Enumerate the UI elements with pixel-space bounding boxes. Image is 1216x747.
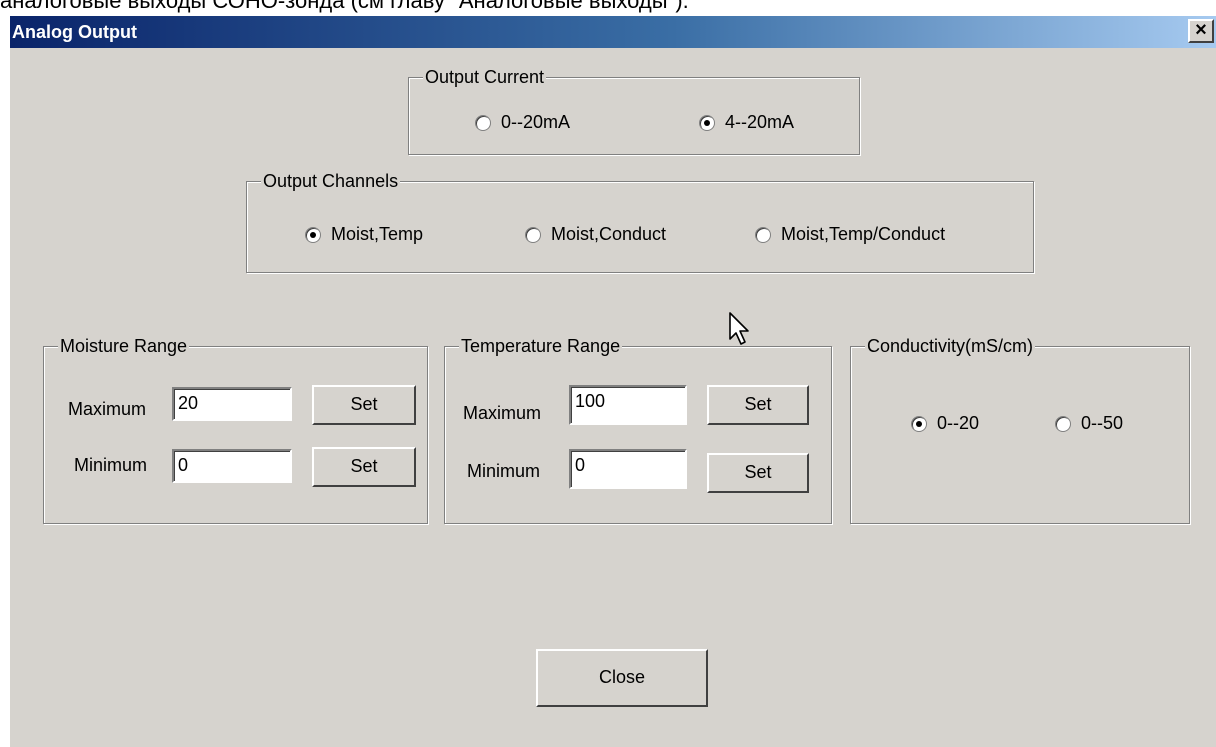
moisture-range-group: Moisture Range Maximum 20 Set Minimum 0 … <box>43 334 428 524</box>
moisture-maximum-label: Maximum <box>68 399 147 419</box>
output-channels-legend: Output Channels <box>261 169 401 193</box>
window-title: Analog Output <box>12 22 137 42</box>
conductivity-group: Conductivity(mS/cm) 0--20 0--50 <box>850 334 1190 524</box>
temperature-minimum-set-button[interactable]: Set <box>707 453 809 493</box>
close-icon: × <box>1195 19 1207 41</box>
radio-conductivity-0-20[interactable]: 0--20 <box>911 413 979 434</box>
radio-moist-temp-label: Moist,Temp <box>331 224 424 244</box>
radio-4-20ma-circle <box>699 114 715 131</box>
mouse-cursor-icon <box>729 312 749 345</box>
radio-conductivity-0-20-circle <box>911 415 927 432</box>
temperature-range-group: Temperature Range Maximum 100 Set Minimu… <box>444 334 832 524</box>
close-button[interactable]: Close <box>536 649 708 707</box>
radio-moist-temp-conduct-circle <box>755 226 771 243</box>
radio-0-20ma-label: 0--20mA <box>501 112 571 132</box>
temperature-minimum-input[interactable]: 0 <box>569 449 687 489</box>
temperature-range-legend: Temperature Range <box>459 334 623 358</box>
radio-moist-temp-circle <box>305 226 321 243</box>
conductivity-legend: Conductivity(mS/cm) <box>865 334 1036 358</box>
temperature-maximum-set-button[interactable]: Set <box>707 385 809 425</box>
title-bar: Analog Output × <box>10 16 1216 48</box>
background-document-text: аналоговые выходы СОНО-зонда (см главу "… <box>0 0 689 13</box>
radio-moist-conduct-circle <box>525 226 541 243</box>
radio-conductivity-0-20-label: 0--20 <box>937 413 980 433</box>
radio-moist-conduct[interactable]: Moist,Conduct <box>525 224 666 245</box>
output-channels-group: Output Channels Moist,Temp Moist,Conduct… <box>246 169 1034 273</box>
radio-4-20ma-label: 4--20mA <box>725 112 795 132</box>
moisture-minimum-label: Minimum <box>74 455 148 475</box>
analog-output-dialog: Analog Output × Output Current 0--20mA 4… <box>0 16 1216 747</box>
radio-moist-temp-conduct[interactable]: Moist,Temp/Conduct <box>755 224 945 245</box>
output-current-group: Output Current 0--20mA 4--20mA <box>408 65 860 155</box>
radio-conductivity-0-50-label: 0--50 <box>1081 413 1124 433</box>
radio-conductivity-0-50[interactable]: 0--50 <box>1055 413 1123 434</box>
moisture-minimum-set-button[interactable]: Set <box>312 447 416 487</box>
radio-moist-conduct-label: Moist,Conduct <box>551 224 667 244</box>
radio-moist-temp[interactable]: Moist,Temp <box>305 224 423 245</box>
temperature-maximum-label: Maximum <box>463 403 542 423</box>
radio-conductivity-0-50-circle <box>1055 415 1071 432</box>
radio-4-20ma[interactable]: 4--20mA <box>699 112 794 133</box>
moisture-range-legend: Moisture Range <box>58 334 190 358</box>
close-window-button[interactable]: × <box>1188 19 1214 43</box>
radio-0-20ma[interactable]: 0--20mA <box>475 112 570 133</box>
moisture-maximum-set-button[interactable]: Set <box>312 385 416 425</box>
radio-0-20ma-circle <box>475 114 491 131</box>
temperature-maximum-input[interactable]: 100 <box>569 385 687 425</box>
temperature-minimum-label: Minimum <box>467 461 541 481</box>
radio-moist-temp-conduct-label: Moist,Temp/Conduct <box>781 224 946 244</box>
moisture-maximum-input[interactable]: 20 <box>172 387 292 421</box>
moisture-minimum-input[interactable]: 0 <box>172 449 292 483</box>
output-current-legend: Output Current <box>423 65 547 89</box>
